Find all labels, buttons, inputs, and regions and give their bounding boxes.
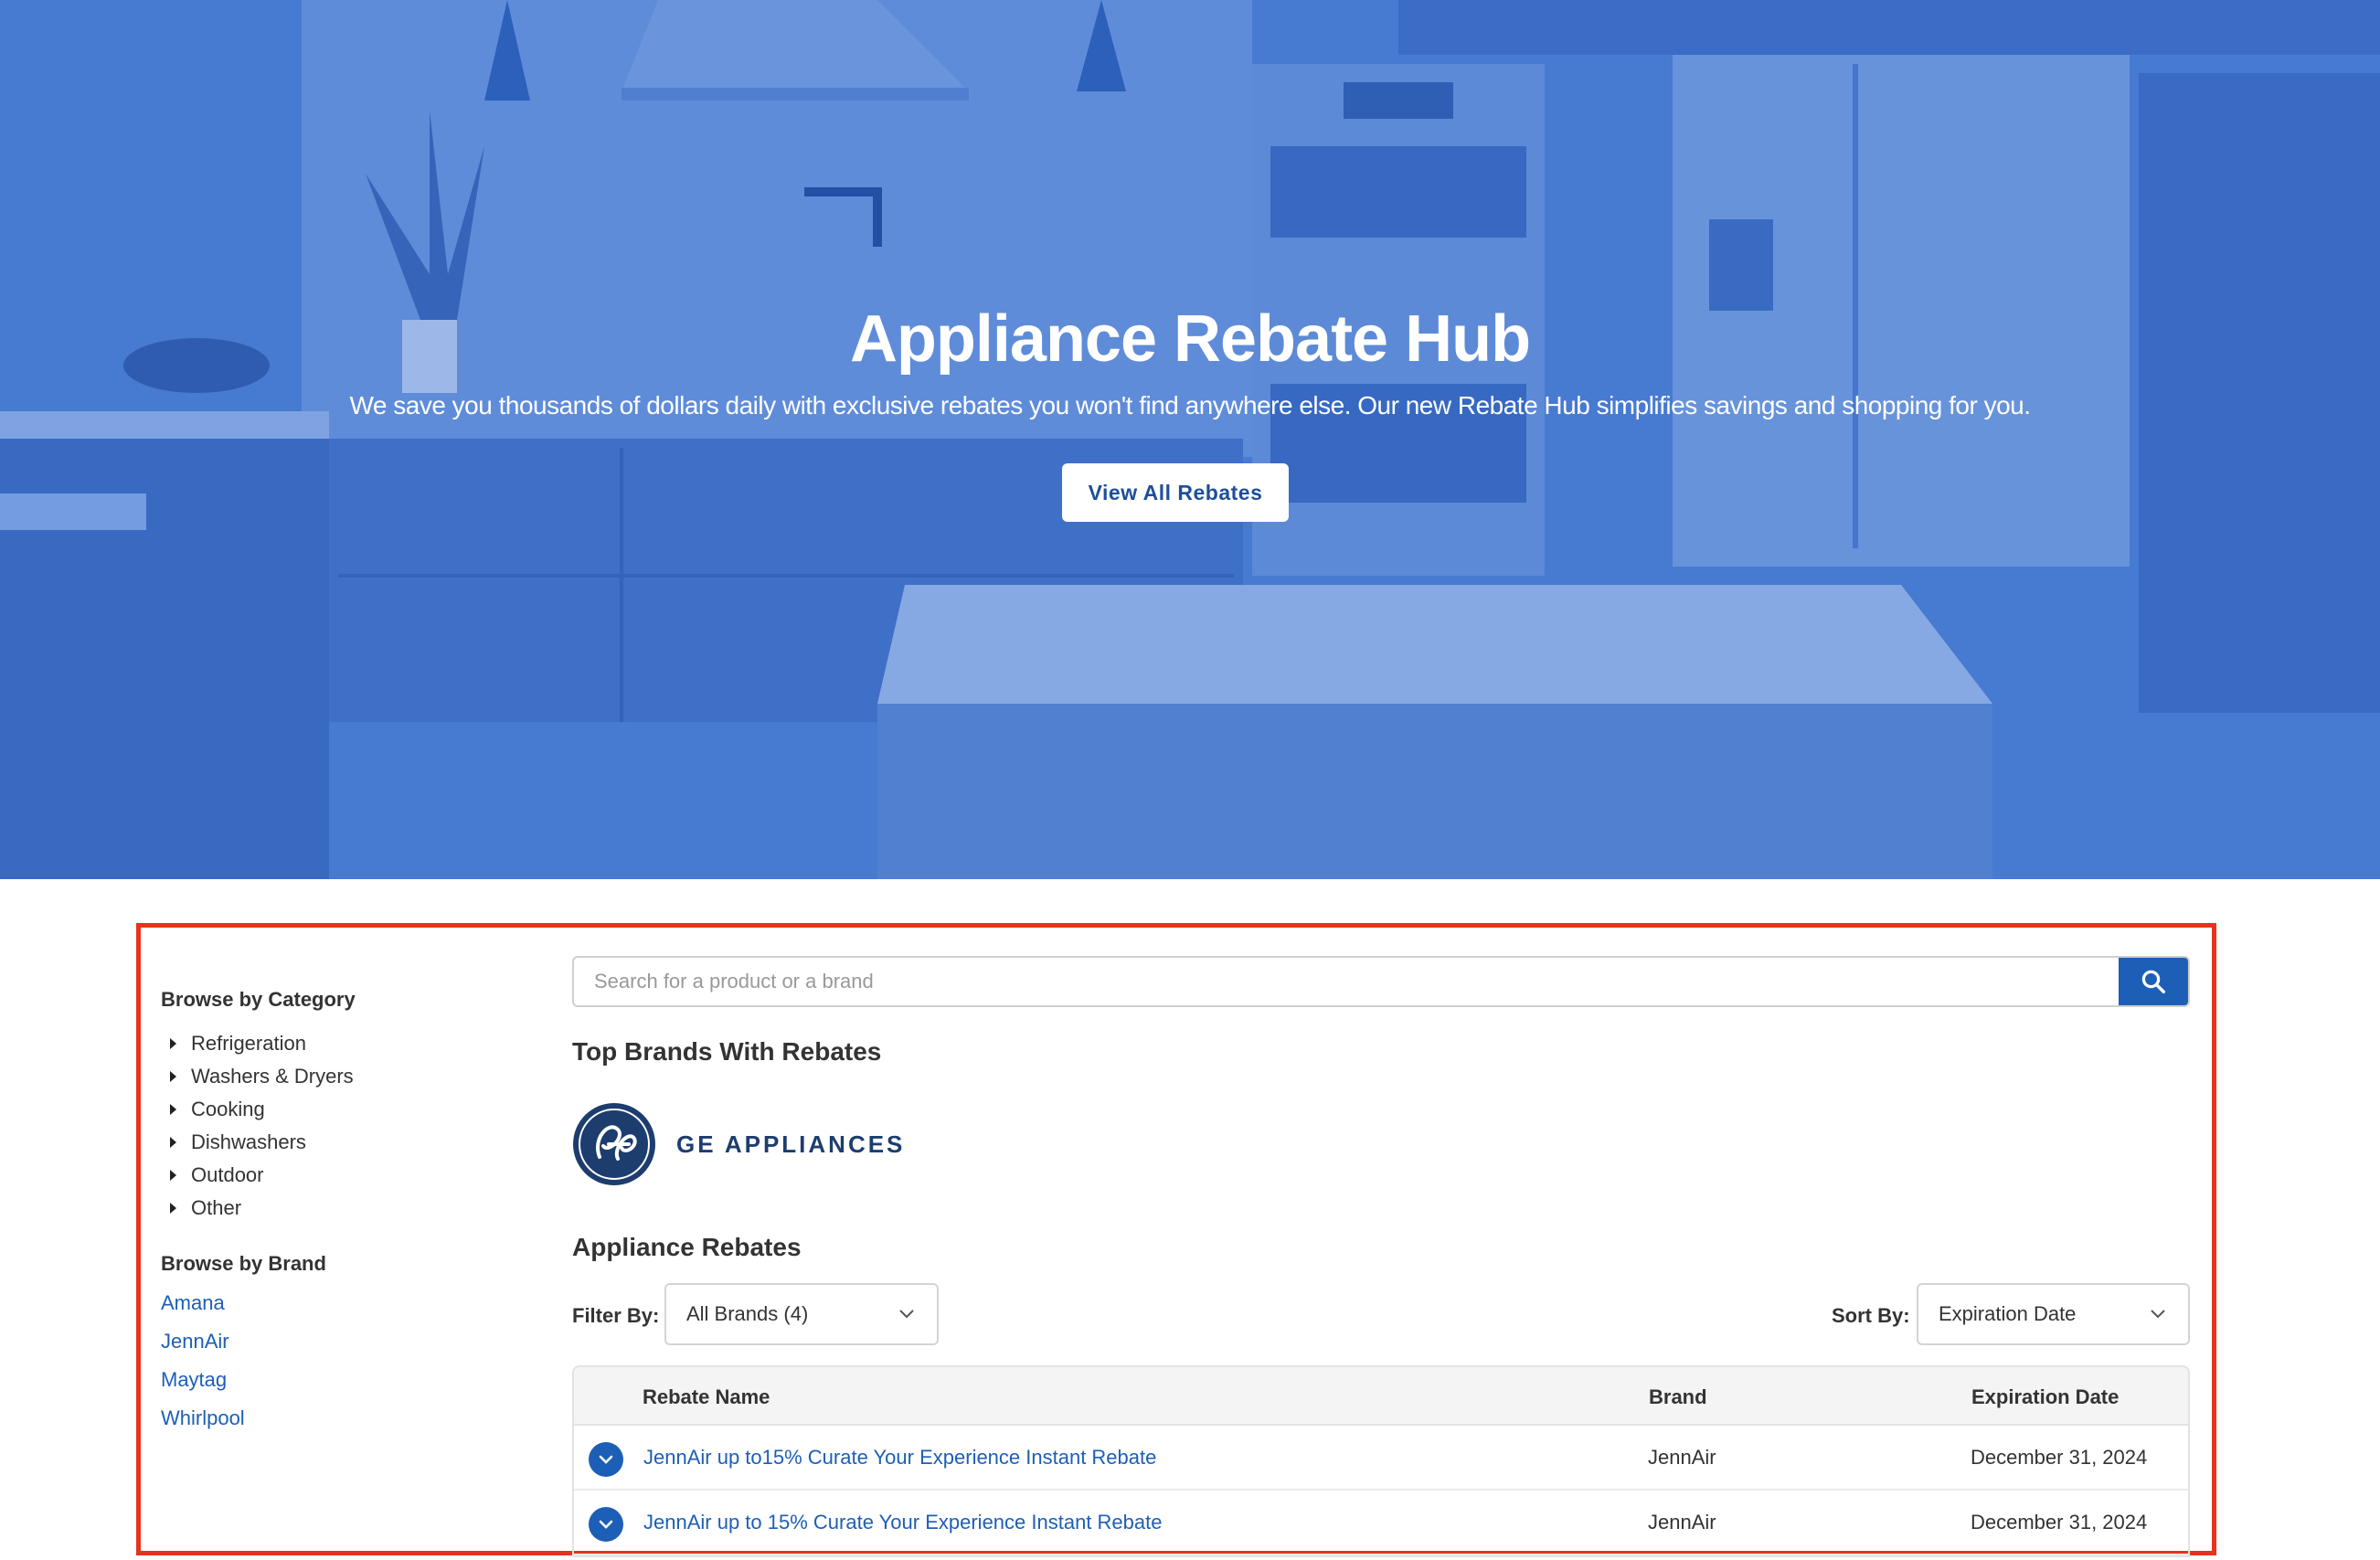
caret-right-icon (170, 1137, 176, 1148)
category-label: Refrigeration (191, 1032, 306, 1055)
brand-list: Amana JennAir Maytag Whirlpool (161, 1284, 245, 1438)
chevron-down-icon (2151, 1310, 2165, 1319)
sort-by-label: Sort By: (1832, 1304, 1910, 1327)
rebate-name-link[interactable]: JennAir up to 15% Curate Your Experience… (643, 1511, 1162, 1534)
search-bar (572, 956, 2190, 1007)
search-button[interactable] (2119, 958, 2188, 1005)
rebate-expiration: December 31, 2024 (1971, 1511, 2148, 1533)
column-header-rebate-name[interactable]: Rebate Name (643, 1385, 770, 1409)
caret-right-icon (170, 1071, 176, 1082)
rebate-expiration: December 31, 2024 (1971, 1446, 2148, 1469)
view-all-rebates-button[interactable]: View All Rebates (1062, 463, 1289, 522)
category-label: Washers & Dryers (191, 1065, 354, 1088)
category-label: Outdoor (191, 1163, 264, 1186)
column-header-expiration-date[interactable]: Expiration Date (1971, 1385, 2119, 1409)
category-item-outdoor[interactable]: Outdoor (170, 1159, 354, 1192)
top-brands-title: Top Brands With Rebates (572, 1037, 882, 1066)
ge-appliances-wordmark: GE APPLIANCES (676, 1130, 906, 1158)
category-list: Refrigeration Washers & Dryers Cooking D… (170, 1027, 354, 1225)
category-label: Cooking (191, 1098, 265, 1120)
brand-link-amana[interactable]: Amana (161, 1284, 245, 1322)
chevron-down-icon (899, 1310, 914, 1319)
rebate-brand: JennAir (1648, 1511, 1716, 1533)
sort-select[interactable]: Expiration Date (1917, 1283, 2190, 1345)
expand-row-button[interactable] (589, 1507, 623, 1542)
brand-link-maytag[interactable]: Maytag (161, 1361, 245, 1399)
brand-filter-value: All Brands (4) (686, 1302, 809, 1325)
category-item-other[interactable]: Other (170, 1192, 354, 1225)
table-header: Rebate Name Brand Expiration Date (574, 1367, 2188, 1426)
caret-right-icon (170, 1203, 176, 1214)
browse-by-brand-heading: Browse by Brand (161, 1252, 326, 1275)
expand-row-button[interactable] (589, 1442, 623, 1477)
chevron-down-icon (599, 1455, 613, 1464)
category-item-cooking[interactable]: Cooking (170, 1093, 354, 1126)
appliance-rebates-title: Appliance Rebates (572, 1233, 802, 1261)
brand-link-whirlpool[interactable]: Whirlpool (161, 1399, 245, 1438)
sort-value: Expiration Date (1939, 1302, 2077, 1325)
category-item-refrigeration[interactable]: Refrigeration (170, 1027, 354, 1060)
browse-by-category-heading: Browse by Category (161, 988, 356, 1011)
filter-by-label: Filter By: (572, 1304, 660, 1327)
category-label: Dishwashers (191, 1130, 306, 1153)
caret-right-icon (170, 1104, 176, 1115)
hero-title: Appliance Rebate Hub (849, 302, 1531, 376)
table-row: JennAir up to15% Curate Your Experience … (574, 1426, 2188, 1491)
rebate-name-link[interactable]: JennAir up to15% Curate Your Experience … (643, 1446, 1156, 1470)
chevron-down-icon (599, 1520, 613, 1529)
column-header-brand[interactable]: Brand (1649, 1385, 1707, 1409)
rebate-brand: JennAir (1648, 1446, 1716, 1469)
search-icon (2141, 970, 2165, 993)
hero-subtitle: We save you thousands of dollars daily w… (349, 391, 2031, 419)
search-input[interactable] (574, 958, 2120, 1005)
brand-link-jennair[interactable]: JennAir (161, 1322, 245, 1361)
hero-banner: Appliance Rebate Hub We save you thousan… (0, 0, 2380, 879)
brand-filter-select[interactable]: All Brands (4) (664, 1283, 939, 1345)
ge-appliances-logo[interactable]: GE APPLIANCES (572, 1102, 905, 1186)
caret-right-icon (170, 1170, 176, 1181)
ge-monogram-icon (573, 1103, 655, 1185)
table-row: JennAir up to 15% Curate Your Experience… (574, 1491, 2188, 1555)
rebates-table: Rebate Name Brand Expiration Date JennAi… (572, 1365, 2190, 1557)
caret-right-icon (170, 1038, 176, 1049)
kitchen-background-image (0, 0, 2380, 879)
category-item-dishwashers[interactable]: Dishwashers (170, 1126, 354, 1159)
category-label: Other (191, 1196, 242, 1219)
category-item-washers-dryers[interactable]: Washers & Dryers (170, 1060, 354, 1093)
